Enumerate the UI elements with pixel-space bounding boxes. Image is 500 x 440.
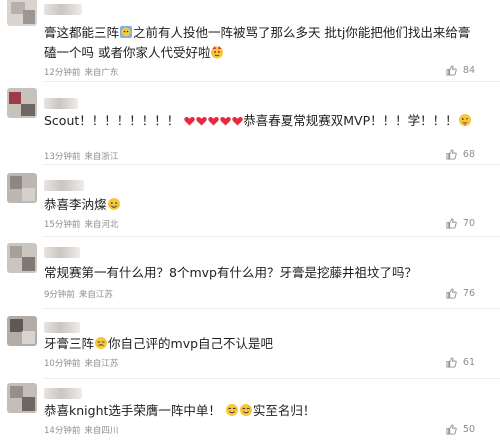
- thumbs-up-icon: [446, 149, 457, 160]
- divider: [44, 308, 500, 309]
- username-blurred[interactable]: [44, 4, 82, 15]
- face-emoji-icon: [95, 337, 108, 349]
- like-count: 84: [462, 65, 475, 76]
- avatar[interactable]: [7, 88, 37, 118]
- avatar[interactable]: [7, 173, 37, 203]
- like-count: 70: [462, 218, 475, 229]
- thumbs-up-icon: [446, 357, 457, 368]
- red-heart-icon: [184, 117, 195, 126]
- thumbs-up-icon: [446, 424, 457, 435]
- like-button[interactable]: 76: [446, 288, 475, 299]
- like-count: 68: [462, 149, 475, 160]
- avatar[interactable]: [7, 243, 37, 273]
- thumbs-up-icon: [446, 288, 457, 299]
- red-heart-icon: [232, 117, 243, 126]
- red-heart-icon: [208, 117, 219, 126]
- comment-location: 来自广东: [84, 68, 119, 78]
- divider: [44, 378, 500, 379]
- avatar[interactable]: [7, 383, 37, 413]
- comment-meta: 9分钟前 来自江苏: [44, 288, 117, 300]
- like-count: 50: [462, 424, 475, 435]
- face-emoji-icon: [107, 198, 120, 210]
- comment-time: 15分钟前: [44, 220, 81, 230]
- comment-location: 来自四川: [84, 426, 119, 436]
- comment-time: 14分钟前: [44, 426, 81, 436]
- comment-meta: 14分钟前 来自四川: [44, 424, 122, 436]
- face-emoji-icon: [225, 404, 238, 416]
- red-heart-icon: [196, 117, 207, 126]
- username-blurred[interactable]: [44, 247, 80, 258]
- comment-item: Scout！！！！！！！！ 恭喜春夏常规赛双MVP！！！学！！！ 13分钟前 来自…: [0, 82, 500, 165]
- comment-location: 来自河北: [84, 220, 119, 230]
- username-blurred[interactable]: [44, 180, 84, 191]
- comment-location: 来自江苏: [78, 290, 113, 300]
- thumbs-up-icon: [446, 65, 457, 76]
- username-blurred[interactable]: [44, 322, 80, 333]
- comment-item: 膏这都能三阵 之前有人投他一阵被骂了那么多天 批tj你能把他们找出来给膏磕一个吗 …: [0, 0, 500, 82]
- face-emoji-icon: [458, 114, 471, 126]
- like-count: 61: [462, 357, 475, 368]
- avatar[interactable]: [7, 0, 37, 26]
- thumbs-up-icon: [446, 218, 457, 229]
- comment-item: 恭喜李汭燦 15分钟前 来自河北 70: [0, 165, 500, 237]
- username-blurred[interactable]: [44, 98, 78, 109]
- like-count: 76: [462, 288, 475, 299]
- comment-time: 9分钟前: [44, 290, 75, 300]
- comment-text: Scout！！！！！！！！ 恭喜春夏常规赛双MVP！！！学！！！: [44, 111, 480, 131]
- comment-text: 常规赛第一有什么用？8个mvp有什么用？牙膏是挖藤井祖坟了吗？: [44, 265, 417, 280]
- red-heart-icon: [220, 117, 231, 126]
- comment-location: 来自浙江: [84, 152, 119, 162]
- comment-time: 13分钟前: [44, 152, 81, 162]
- username-blurred[interactable]: [44, 388, 82, 399]
- comment-item: 牙膏三阵 你自己评的mvp自己不认是吧 10分钟前 来自江苏 61: [0, 310, 500, 380]
- like-button[interactable]: 50: [446, 424, 475, 435]
- like-button[interactable]: 68: [446, 149, 475, 160]
- comment-meta: 13分钟前 来自浙江: [44, 150, 122, 162]
- face-emoji-icon: [120, 26, 133, 38]
- face-emoji-icon: [211, 46, 224, 59]
- comment-item: 恭喜knight选手荣膺一阵中单！ 实至名归！ 14分钟前 来自四川 50: [0, 380, 500, 440]
- comment-meta: 15分钟前 来自河北: [44, 218, 122, 230]
- face-emoji-icon: [239, 404, 252, 416]
- comment-text: 牙膏三阵 你自己评的mvp自己不认是吧: [44, 336, 274, 351]
- like-button[interactable]: 61: [446, 357, 475, 368]
- comment-meta: 10分钟前 来自江苏: [44, 357, 122, 369]
- comment-meta: 12分钟前 来自广东: [44, 66, 122, 78]
- comment-text: 膏这都能三阵 之前有人投他一阵被骂了那么多天 批tj你能把他们找出来给膏磕一个吗 …: [44, 25, 471, 60]
- like-button[interactable]: 84: [446, 65, 475, 76]
- like-button[interactable]: 70: [446, 218, 475, 229]
- comment-text: 恭喜knight选手荣膺一阵中单！ 实至名归！: [44, 403, 316, 418]
- comment-location: 来自江苏: [84, 359, 119, 369]
- avatar[interactable]: [7, 316, 37, 346]
- comment-text: 恭喜李汭燦: [44, 195, 472, 215]
- comment-time: 12分钟前: [44, 68, 81, 78]
- comment-item: 常规赛第一有什么用？8个mvp有什么用？牙膏是挖藤井祖坟了吗？ 9分钟前 来自江苏…: [0, 237, 500, 311]
- comment-time: 10分钟前: [44, 359, 81, 369]
